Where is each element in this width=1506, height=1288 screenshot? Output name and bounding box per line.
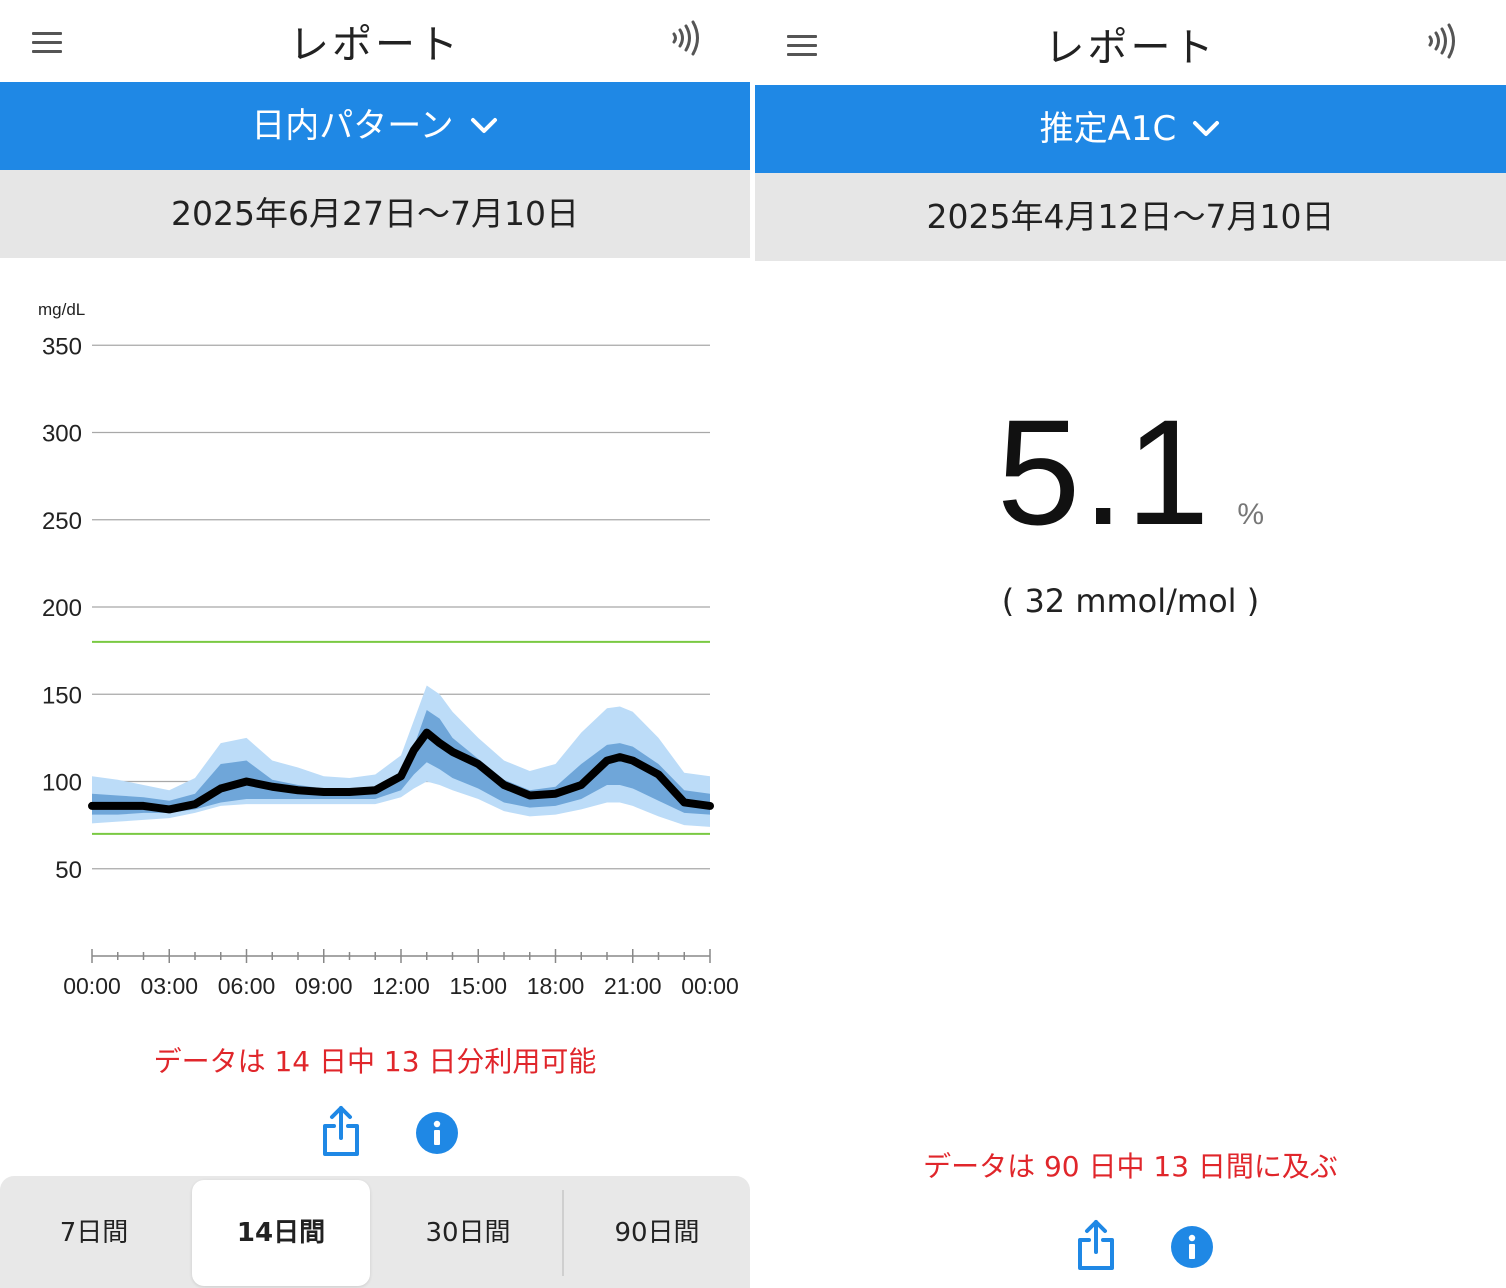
x-tick-label: 06:00 xyxy=(218,973,276,999)
x-tick-label: 18:00 xyxy=(527,973,585,999)
y-tick-label: 50 xyxy=(55,857,82,884)
tab-7-days[interactable]: 7日間 xyxy=(0,1180,188,1286)
page-title: レポート xyxy=(1044,25,1217,71)
share-icon[interactable] xyxy=(321,1104,361,1158)
chevron-down-icon xyxy=(1193,121,1220,136)
y-tick-label: 250 xyxy=(42,508,82,535)
daily-pattern-chart: mg/dL 50 100 150 200 250 300 350 00:00 03:00 06:00… xyxy=(0,258,750,1018)
nfc-icon[interactable] xyxy=(1424,23,1464,59)
top-bar: レポート xyxy=(0,0,750,82)
y-tick-label: 350 xyxy=(42,333,82,360)
estimated-a1c-screen: レポート 推定A1C 2025年4月12日〜7月10日 5.1% ( 32 mm… xyxy=(755,0,1506,1288)
x-tick-label: 12:00 xyxy=(372,973,430,999)
chart-svg: mg/dL 50 100 150 200 250 300 350 00:00 03:00 06:00… xyxy=(38,300,739,999)
share-icon[interactable] xyxy=(1076,1218,1116,1272)
top-bar: レポート xyxy=(755,0,1506,85)
report-type-label: 日内パターン xyxy=(251,106,454,146)
tab-90-days[interactable]: 90日間 xyxy=(564,1180,750,1286)
y-axis-label: mg/dL xyxy=(38,300,85,319)
x-tick-label: 00:00 xyxy=(63,973,121,999)
tab-14-days[interactable]: 14日間 xyxy=(192,1180,370,1286)
a1c-unit: % xyxy=(1237,498,1265,531)
y-tick-label: 200 xyxy=(42,595,82,622)
y-tick-label: 150 xyxy=(42,682,82,709)
y-tick-label: 100 xyxy=(42,770,82,797)
info-icon[interactable] xyxy=(416,1112,458,1154)
x-tick-label: 09:00 xyxy=(295,973,353,999)
x-tick-label: 21:00 xyxy=(604,973,662,999)
report-type-selector[interactable]: 日内パターン xyxy=(0,82,750,170)
daily-pattern-screen: レポート 日内パターン 2025年6月27日〜7月10日 mg/dL 50 100 1… xyxy=(0,0,750,1288)
x-tick-label: 00:00 xyxy=(681,973,739,999)
y-tick-label: 300 xyxy=(42,421,82,448)
period-tabs: 7日間 14日間 30日間 90日間 xyxy=(0,1176,750,1288)
info-icon[interactable] xyxy=(1171,1226,1213,1268)
date-range: 2025年6月27日〜7月10日 xyxy=(0,170,750,258)
a1c-value: 5.1 xyxy=(996,388,1212,556)
action-icons xyxy=(0,1104,750,1164)
x-tick-label: 15:00 xyxy=(449,973,507,999)
nfc-icon[interactable] xyxy=(668,20,708,56)
data-availability-notice: データは 14 日中 13 日分利用可能 xyxy=(153,1045,597,1078)
chevron-down-icon xyxy=(470,118,497,133)
data-coverage-notice: データは 90 日中 13 日間に及ぶ xyxy=(923,1150,1338,1183)
tab-30-days[interactable]: 30日間 xyxy=(374,1180,562,1286)
x-tick-label: 03:00 xyxy=(140,973,198,999)
action-icons xyxy=(755,1218,1506,1278)
report-type-label: 推定A1C xyxy=(1039,109,1177,149)
report-type-selector[interactable]: 推定A1C xyxy=(755,85,1506,173)
a1c-mmol: ( 32 mmol/mol ) xyxy=(1001,582,1260,620)
date-range: 2025年4月12日〜7月10日 xyxy=(755,173,1506,261)
a1c-value-block: 5.1% xyxy=(755,386,1506,559)
page-title: レポート xyxy=(289,22,461,68)
